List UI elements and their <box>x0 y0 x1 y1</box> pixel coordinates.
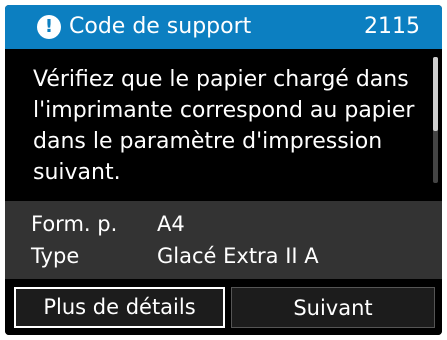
scrollbar-thumb[interactable] <box>433 57 438 131</box>
button-bar: Plus de détails Suivant <box>5 279 442 335</box>
setting-row-paper-size: Form. p. A4 <box>31 209 185 239</box>
more-details-button[interactable]: Plus de détails <box>14 287 225 328</box>
setting-value: A4 <box>157 212 185 236</box>
exclamation-icon: ! <box>37 15 61 39</box>
setting-label: Form. p. <box>31 212 118 236</box>
page-title: Code de support <box>69 14 252 39</box>
printer-lcd-screen: ! Code de support 2115 Vérifiez que le p… <box>5 5 442 335</box>
print-settings-panel: Form. p. A4 Type Glacé Extra II A <box>5 201 442 279</box>
next-button[interactable]: Suivant <box>231 287 435 328</box>
setting-row-media-type: Type Glacé Extra II A <box>31 241 319 271</box>
message-text: Vérifiez que le papier chargé dans l'imp… <box>33 67 415 185</box>
message-area: Vérifiez que le papier chargé dans l'imp… <box>5 49 442 201</box>
setting-label: Type <box>31 244 80 268</box>
support-code: 2115 <box>364 14 420 39</box>
setting-value: Glacé Extra II A <box>157 244 319 268</box>
scrollbar[interactable] <box>433 57 438 183</box>
title-bar: ! Code de support 2115 <box>5 5 442 49</box>
